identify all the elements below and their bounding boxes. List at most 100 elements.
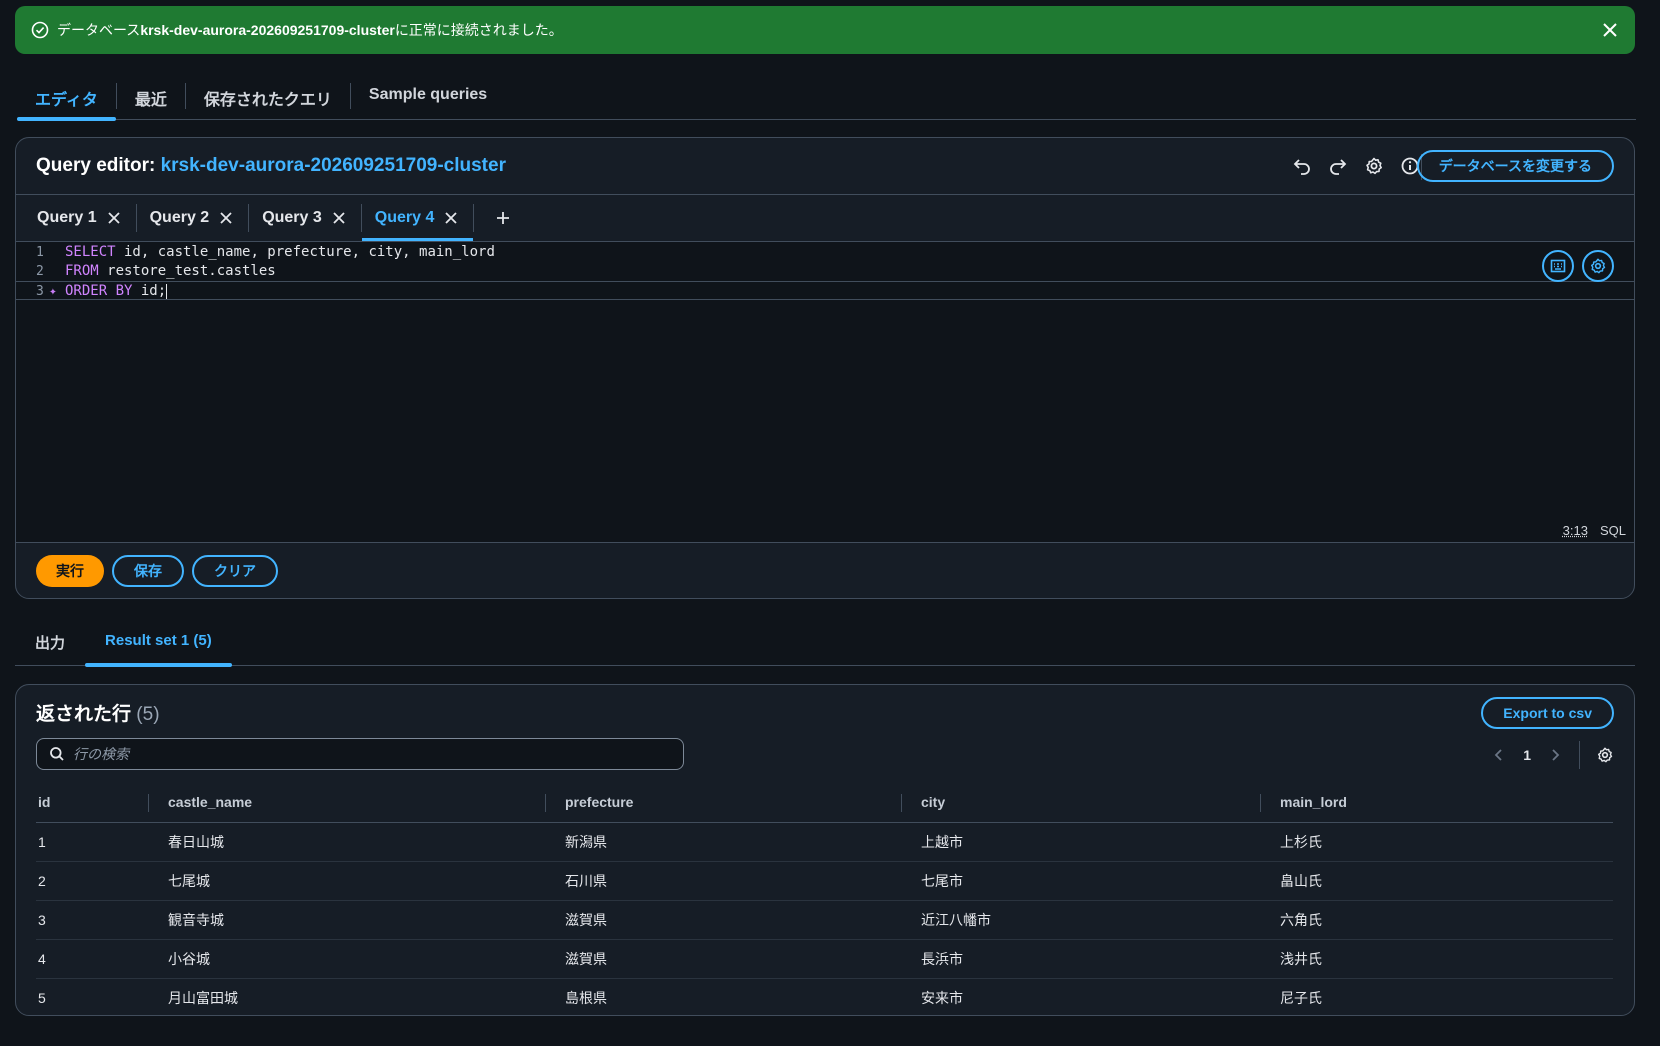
flash-db-name: krsk-dev-aurora-202609251709-cluster	[140, 22, 395, 38]
editor-cluster-link[interactable]: krsk-dev-aurora-202609251709-cluster	[161, 155, 506, 176]
cell-castle-name: 春日山城	[168, 822, 565, 862]
close-icon[interactable]	[331, 210, 347, 226]
text-caret	[166, 283, 168, 299]
column-header-castle-name[interactable]: castle_name	[148, 783, 565, 823]
row-search	[36, 738, 684, 770]
cell-id: 1	[36, 822, 168, 862]
cell-prefecture: 石川県	[565, 861, 921, 901]
sql-keyword: ORDER BY	[65, 283, 133, 299]
query-tab-4[interactable]: Query 4	[361, 195, 474, 242]
success-flash-banner: データベース krsk-dev-aurora-202609251709-clus…	[15, 6, 1635, 54]
editor-header: Query editor: krsk-dev-aurora-2026092517…	[16, 138, 1634, 195]
query-tab-3[interactable]: Query 3	[249, 195, 361, 242]
cell-main-lord: 上杉氏	[1280, 822, 1613, 862]
close-icon[interactable]	[218, 210, 234, 226]
column-header-label: castle_name	[168, 794, 253, 811]
tab-output[interactable]: 出力	[15, 620, 85, 666]
cell-castle-name: 七尾城	[168, 861, 565, 901]
main-tabs: エディタ 最近 保存されたクエリ Sample queries	[17, 76, 1636, 121]
undo-icon[interactable]	[1292, 156, 1312, 176]
table-row: 2 七尾城 石川県 七尾市 畠山氏	[36, 861, 1613, 901]
code-line: 2 FROM restore_test.castles	[16, 262, 1634, 281]
line-number: 1	[36, 245, 44, 260]
ai-sparkle-icon[interactable]: ✦	[49, 282, 57, 301]
query-tab-label: Query 2	[149, 209, 210, 226]
pager-divider	[1579, 741, 1580, 769]
table-row: 1 春日山城 新潟県 上越市 上杉氏	[36, 822, 1613, 862]
close-icon[interactable]	[1601, 21, 1619, 39]
cell-main-lord: 浅井氏	[1280, 939, 1613, 979]
sql-rest: restore_test.castles	[98, 263, 276, 279]
keyboard-shortcuts-button[interactable]	[1542, 250, 1574, 282]
settings-icon[interactable]	[1364, 156, 1384, 176]
editor-actions: 実行 保存 クリア	[16, 542, 1634, 598]
run-button[interactable]: 実行	[36, 554, 104, 587]
keyboard-icon	[1550, 259, 1566, 273]
cell-city: 上越市	[921, 822, 1280, 862]
sql-rest: id, castle_name, prefecture, city, main_…	[115, 244, 495, 260]
tab-sample-queries[interactable]: Sample queries	[351, 76, 505, 120]
cell-prefecture: 滋賀県	[565, 900, 921, 940]
cell-id: 3	[36, 900, 168, 940]
column-header-main-lord[interactable]: main_lord	[1260, 783, 1613, 823]
results-title: 返された行 (5)	[36, 699, 160, 726]
cell-castle-name: 小谷城	[168, 939, 565, 979]
column-header-prefecture[interactable]: prefecture	[545, 783, 921, 823]
search-input[interactable]	[73, 746, 653, 762]
export-csv-button[interactable]: Export to csv	[1481, 697, 1614, 729]
tab-result-set-1[interactable]: Result set 1 (5)	[85, 620, 232, 667]
cell-city: 七尾市	[921, 861, 1280, 901]
cell-castle-name: 月山富田城	[168, 989, 238, 1006]
result-tabs: 出力 Result set 1 (5)	[15, 620, 1635, 667]
results-count: (5)	[136, 704, 160, 725]
line-number-text: 3	[36, 284, 44, 299]
column-separator	[1260, 794, 1261, 812]
language-mode: SQL	[1599, 523, 1626, 538]
sql-keyword: SELECT	[65, 244, 116, 260]
table-row: 3 観音寺城 滋賀県 近江八幡市 六角氏	[36, 900, 1613, 940]
editor-settings-button[interactable]	[1582, 250, 1614, 282]
pagination: 1	[1491, 741, 1614, 769]
settings-icon	[1590, 258, 1606, 274]
tab-saved-queries[interactable]: 保存されたクエリ	[186, 76, 350, 120]
results-table: id castle_name prefecture city main_lord…	[36, 783, 1613, 1017]
editor-status-bar: 3:13 SQL	[1563, 523, 1626, 538]
settings-icon[interactable]	[1596, 746, 1614, 764]
table-row: 5 月山富田城 島根県 安来市 尼子氏	[36, 978, 1613, 1017]
cell-id: 5	[38, 989, 46, 1006]
plus-icon[interactable]	[494, 209, 512, 227]
editor-title: Query editor: krsk-dev-aurora-2026092517…	[36, 155, 506, 177]
chevron-left-icon[interactable]	[1491, 747, 1507, 763]
redo-icon[interactable]	[1328, 156, 1348, 176]
cell-city: 長浜市	[921, 939, 1280, 979]
query-tab-2[interactable]: Query 2	[137, 195, 249, 242]
close-icon[interactable]	[443, 210, 459, 226]
page-number[interactable]: 1	[1523, 747, 1531, 763]
results-panel: 返された行 (5) Export to csv 1 id castle_name…	[15, 684, 1635, 1016]
sql-code-editor[interactable]: 1 SELECT id, castle_name, prefecture, ci…	[16, 242, 1634, 542]
cell-id: 4	[36, 939, 168, 979]
column-header-city[interactable]: city	[901, 783, 1280, 823]
cell-main-lord: 尼子氏	[1280, 989, 1322, 1006]
flash-prefix: データベース	[57, 22, 141, 38]
flash-suffix: に正常に接続されました。	[394, 22, 563, 38]
cell-main-lord: 六角氏	[1280, 900, 1613, 940]
query-tab-1[interactable]: Query 1	[24, 195, 136, 242]
change-database-button[interactable]: データベースを変更する	[1416, 150, 1614, 182]
save-button[interactable]: 保存	[112, 554, 184, 587]
tab-editor[interactable]: エディタ	[17, 76, 116, 121]
code-line: 1 SELECT id, castle_name, prefecture, ci…	[16, 243, 1634, 262]
results-heading: 返された行	[36, 704, 132, 725]
editor-side-actions	[1542, 250, 1614, 282]
query-tabs: Query 1 Query 2 Query 3 Query 4	[16, 195, 1634, 242]
chevron-right-icon[interactable]	[1547, 747, 1563, 763]
code-line-current: 3 ✦ ORDER BY id;	[16, 281, 1634, 300]
tab-recent[interactable]: 最近	[117, 76, 185, 120]
clear-button[interactable]: クリア	[192, 554, 278, 587]
cell-main-lord: 畠山氏	[1280, 861, 1613, 901]
cursor-position[interactable]: 3:13	[1563, 523, 1588, 538]
cell-city: 安来市	[921, 989, 963, 1006]
check-circle-icon	[31, 21, 49, 39]
query-editor-panel: Query editor: krsk-dev-aurora-2026092517…	[15, 137, 1635, 599]
close-icon[interactable]	[106, 210, 122, 226]
